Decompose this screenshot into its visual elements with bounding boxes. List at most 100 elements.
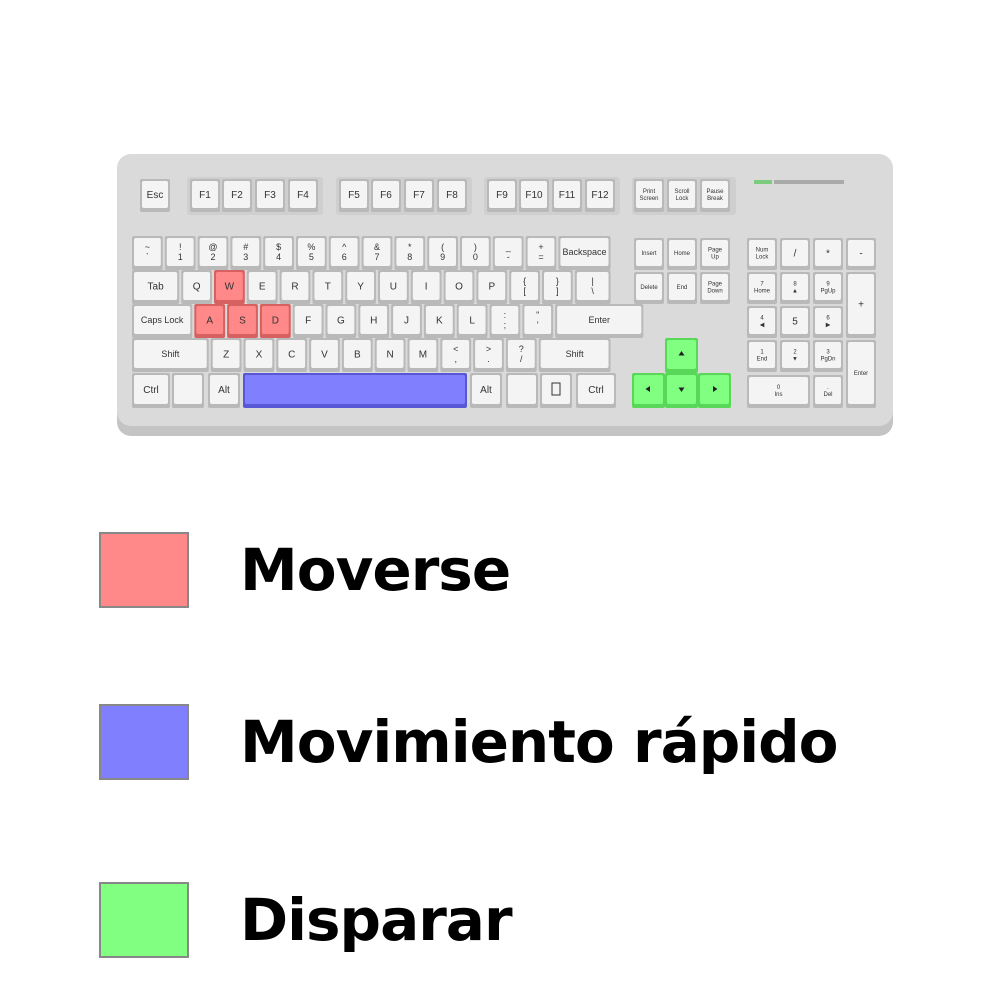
key-r-label: R [291,282,298,293]
key-9-label: ( [441,242,444,252]
key-scroll-lock-label: Lock [676,196,690,202]
key-caps-lock-label: Caps Lock [141,315,184,325]
key-f9-label: F9 [496,190,508,201]
key-4-label: 4 [276,252,281,262]
key-f4-label: F4 [297,190,309,201]
numpad-key-num-lock-label: Lock [756,255,770,261]
key-page-up-label: Up [711,255,719,261]
key-q-label: Q [193,282,201,293]
numpad-key-6-label: ▶ [826,323,831,329]
key-scroll-lock-label: Scroll [674,189,689,195]
key-f3-label: F3 [264,190,276,201]
key-print-screen-label: Print [643,189,656,195]
key-k-label: K [436,316,443,327]
legend-swatch-dash [99,704,189,780]
numpad-key-2-label: ▼ [792,357,798,363]
numpad-key-0-ins-label: Ins [774,392,782,398]
numpad-key-symbol-label: + [858,300,864,311]
key-g-label: G [337,316,345,327]
key-symbol-label: : [504,310,507,320]
key-c-label: C [288,350,295,361]
key-0-label: 0 [473,252,478,262]
key-symbol-label: ` [146,252,149,262]
key-w-label: W [225,282,235,293]
numpad-key-8-label: ▲ [792,289,798,295]
key-f2-label: F2 [231,190,243,201]
key-print-screen-label: Screen [639,196,658,202]
key-b-label: B [354,350,361,361]
key-x-label: X [256,350,263,361]
legend-label-shoot: Disparar [240,886,513,954]
key-3-label: 3 [243,252,248,262]
key-1-label: ! [179,242,182,252]
legend-item-dash: Movimiento rápido [99,702,838,782]
legend-swatch-move [99,532,189,608]
key-n-label: N [387,350,394,361]
numpad-key-del-label: Del [823,392,832,398]
legend-item-move: Moverse [99,530,511,610]
key-a-label: A [206,316,213,327]
key-f-label: F [305,316,311,327]
key-4-label: $ [276,242,281,252]
key-symbol-label: ] [556,286,559,296]
legend-label-move: Moverse [240,536,511,604]
key-blank [172,373,204,408]
keyboard-illustration: Esc F1 F2 F3 F4 F5 F6 F7 F8 F9 F10 F11 F12 PrintScree… [117,154,893,436]
key-7-label: 7 [374,252,379,262]
key-e-label: E [259,282,266,293]
key-s-label: S [239,316,246,327]
key-f7-label: F7 [413,190,425,201]
key-page-up-label: Page [708,248,723,254]
key-d-label: D [272,316,279,327]
key-symbol-label: - [507,252,510,262]
key-3-label: # [243,242,248,252]
key-shift-label: Shift [566,349,585,359]
key-delete-label: Delete [640,285,658,291]
key-f5-label: F5 [348,190,360,201]
key-t-label: T [325,282,331,293]
key-f11-label: F11 [559,190,576,201]
key-0-label: ) [474,242,477,252]
legend-label-dash: Movimiento rápido [240,708,838,776]
key-symbol-label: ; [504,320,507,330]
key-symbol-label: _ [505,242,512,252]
key-tab-label: Tab [148,282,165,293]
key-ctrl-label: Ctrl [588,385,604,396]
key-pause-break-label: Pause [706,189,724,195]
key-symbol-label: { [523,276,526,286]
key-pause-break-label: Break [707,196,724,202]
key-symbol-label: " [536,310,539,320]
key-shift-label: Shift [161,349,180,359]
key-end-label: End [677,285,688,291]
numpad-key-1-end-label: End [757,357,768,363]
key-home-label: Home [674,251,691,257]
key-i-label: I [425,282,428,293]
key-f6-label: F6 [380,190,392,201]
key-esc-label: Esc [147,190,164,201]
numpad-key-enter-label: Enter [854,371,868,377]
key-5-label: % [307,242,315,252]
key-h-label: H [370,316,377,327]
numpad-key-4-label: ◀ [760,323,765,329]
key-symbol-label: . [487,354,490,364]
numpad-key-9-pgup-label: PgUp [820,289,836,295]
numpad-key-symbol-label: - [859,249,862,260]
key-page-down-label: Down [707,289,722,295]
legend-item-shoot: Disparar [99,880,513,960]
numpad-key-symbol-label: * [826,249,830,260]
key-m-label: M [419,350,427,361]
key-symbol-label: + [538,242,543,252]
numpad-key-num-lock-label: Num [756,248,769,254]
key-symbol-label: = [538,252,543,262]
key-2-label: @ [208,242,217,252]
key-symbol-label: < [453,344,458,354]
key-8-label: 8 [407,252,412,262]
legend-swatch-shoot [99,882,189,958]
key-9-label: 9 [440,252,445,262]
key-2-label: 2 [210,252,215,262]
key-symbol-label: | [591,276,593,286]
key-alt-label: Alt [480,385,492,396]
key-ctrl-label: Ctrl [143,385,159,396]
key-l-label: L [469,316,475,327]
key-f1-label: F1 [199,190,211,201]
